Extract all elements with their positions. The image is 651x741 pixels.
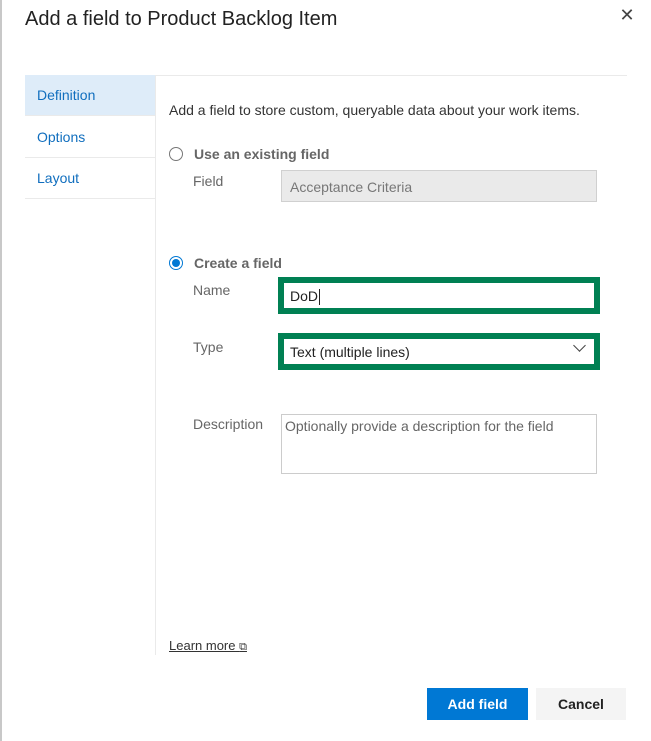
add-field-button[interactable]: Add field [427, 688, 528, 720]
type-label: Type [193, 339, 224, 355]
existing-field-select[interactable]: Acceptance Criteria [281, 170, 597, 202]
chevron-down-icon [573, 339, 586, 352]
type-value: Text (multiple lines) [290, 344, 410, 360]
type-dropdown[interactable]: Text (multiple lines) [278, 333, 600, 370]
close-icon[interactable]: ✕ [616, 4, 638, 26]
name-label: Name [193, 282, 231, 298]
description-textarea[interactable]: Optionally provide a description for the… [281, 414, 597, 474]
intro-text: Add a field to store custom, queryable d… [169, 102, 580, 118]
dialog-title: Add a field to Product Backlog Item [25, 8, 338, 30]
sidebar-item-layout[interactable]: Layout [25, 158, 155, 199]
divider [155, 75, 627, 76]
create-field-label: Create a field [194, 255, 282, 271]
text-caret [319, 289, 321, 306]
cancel-button[interactable]: Cancel [536, 688, 626, 720]
divider [155, 75, 156, 655]
description-label: Description [193, 416, 264, 432]
sidebar-item-definition[interactable]: Definition [25, 75, 155, 116]
use-existing-radio[interactable] [169, 147, 183, 161]
sidebar-item-options[interactable]: Options [25, 117, 155, 158]
create-field-radio[interactable] [169, 256, 183, 270]
learn-more-text: Learn more [169, 638, 236, 653]
name-input[interactable]: DoD [278, 277, 600, 314]
name-value: DoD [290, 288, 319, 304]
learn-more-link[interactable]: Learn more ⧉ [169, 638, 247, 654]
external-link-icon: ⧉ [239, 641, 247, 653]
use-existing-label: Use an existing field [194, 146, 330, 162]
window-edge [0, 0, 2, 741]
field-label: Field [193, 173, 224, 189]
